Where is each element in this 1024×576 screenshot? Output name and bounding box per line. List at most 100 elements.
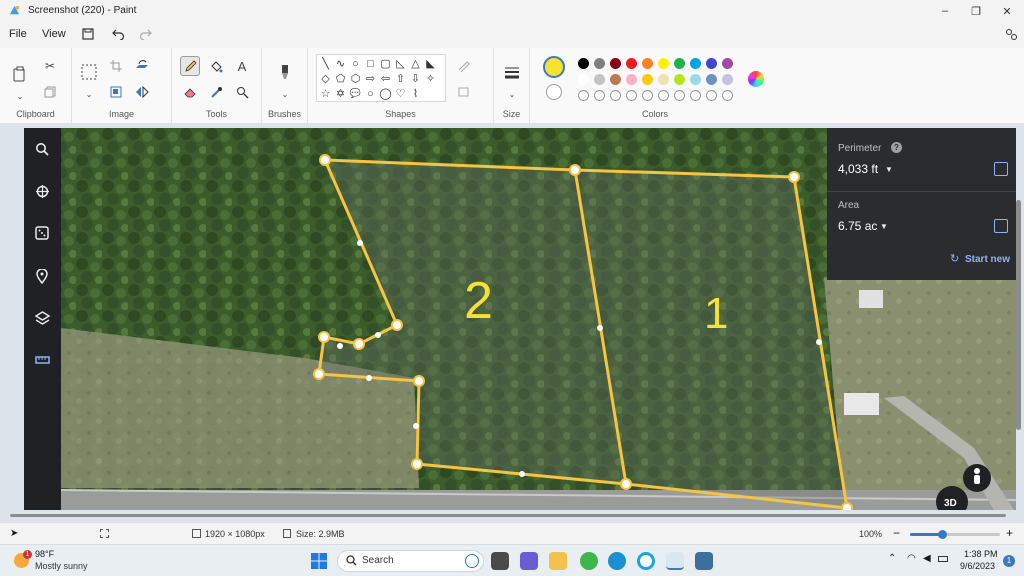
boundary-midpoint[interactable] [519,471,525,477]
hexagon-shape-icon[interactable]: ⬡ [349,72,362,85]
palette-row1-swatch-3[interactable] [610,58,621,69]
minimize-button[interactable]: – [929,0,961,22]
five-point-star-shape-icon[interactable]: ☆ [319,87,332,100]
zoom-slider[interactable] [910,530,1000,539]
curve-shape-icon[interactable]: ∿ [334,57,347,70]
crop-icon[interactable] [106,56,126,76]
zoom-out-icon[interactable]: − [893,526,900,540]
brush-dropdown-icon[interactable]: ⌄ [275,84,295,104]
clock-time[interactable]: 1:38 PM [964,549,998,559]
down-arrow-shape-icon[interactable]: ⇩ [409,72,422,85]
layers-icon[interactable] [33,309,51,327]
view-menu[interactable]: View [42,28,66,40]
clock-date[interactable]: 9/6/2023 [960,561,995,571]
places-pin-icon[interactable] [33,267,51,285]
palette-row1-swatch-4[interactable] [626,58,637,69]
diamond-shape-icon[interactable]: ◇ [319,72,332,85]
custom-color-slot[interactable] [594,90,605,101]
up-arrow-shape-icon[interactable]: ⇧ [394,72,407,85]
six-point-star-shape-icon[interactable]: ✡ [334,87,347,100]
rect-callout-shape-icon[interactable]: 💬 [349,87,362,100]
brush-icon[interactable] [275,62,295,82]
boundary-vertex[interactable] [313,368,325,380]
rotate-icon[interactable] [132,56,152,76]
primary-color-swatch[interactable] [543,56,565,78]
oval-callout-shape-icon[interactable]: ○ [364,87,377,100]
custom-color-slot[interactable] [626,90,637,101]
custom-color-slot[interactable] [690,90,701,101]
size-icon[interactable] [502,62,522,82]
volume-icon[interactable]: ◀ [923,553,931,564]
perimeter-unit-dropdown-icon[interactable]: ▼ [885,165,893,174]
copy-area-icon[interactable] [994,219,1008,233]
color-picker-icon[interactable] [206,82,226,102]
palette-row2-swatch-7[interactable] [674,74,685,85]
drawing-canvas[interactable]: 2 1 3D Perimeter ? 4,033 ft ▼ Area 6.75 … [24,128,1016,510]
help-icon[interactable]: ? [891,142,902,153]
custom-color-slot[interactable] [706,90,717,101]
copy-perimeter-icon[interactable] [994,162,1008,176]
custom-color-slot[interactable] [578,90,589,101]
boundary-midpoint[interactable] [597,325,603,331]
custom-color-slot[interactable] [674,90,685,101]
palette-row2-swatch-4[interactable] [626,74,637,85]
boundary-vertex[interactable] [391,319,403,331]
vertical-scrollbar[interactable] [1016,200,1021,430]
maximize-button[interactable]: ❐ [960,0,992,22]
select-dropdown-icon[interactable]: ⌄ [79,84,99,104]
pentagon-shape-icon[interactable]: ⬠ [334,72,347,85]
palette-row1-swatch-2[interactable] [594,58,605,69]
file-menu[interactable]: File [9,28,27,40]
undo-icon[interactable] [110,26,126,42]
rounded-rectangle-shape-icon[interactable]: ▢ [379,57,392,70]
edit-colors-icon[interactable] [748,71,764,87]
palette-row2-swatch-10[interactable] [722,74,733,85]
boundary-midpoint[interactable] [337,343,343,349]
dice-icon[interactable] [33,224,51,242]
palette-row2-swatch-9[interactable] [706,74,717,85]
palette-row1-swatch-6[interactable] [658,58,669,69]
custom-color-slot[interactable] [642,90,653,101]
battery-icon[interactable] [938,556,948,562]
magnifier-icon[interactable] [232,82,252,102]
palette-row1-swatch-8[interactable] [690,58,701,69]
palette-row2-swatch-2[interactable] [594,74,605,85]
measure-ruler-icon[interactable] [33,351,51,369]
right-triangle-shape-icon[interactable]: ◣ [424,57,437,70]
chrome-icon[interactable] [580,552,598,570]
boundary-midpoint[interactable] [375,332,381,338]
custom-color-slot[interactable] [610,90,621,101]
boundary-midpoint[interactable] [413,423,419,429]
paint-taskbar-icon[interactable] [666,552,684,570]
area-value[interactable]: 6.75 ac [838,219,877,233]
save-icon[interactable] [80,26,96,42]
heart-shape-icon[interactable]: ♡ [394,87,407,100]
file-explorer-icon[interactable] [549,552,567,570]
select-icon[interactable] [79,62,99,82]
custom-color-slot[interactable] [722,90,733,101]
boundary-vertex[interactable] [788,171,800,183]
boundary-midpoint[interactable] [366,375,372,381]
boundary-vertex[interactable] [841,502,853,510]
polygon-shape-icon[interactable]: ◺ [394,57,407,70]
line-shape-icon[interactable]: ╲ [319,57,332,70]
settings-icon[interactable] [1003,26,1019,42]
edge-icon[interactable] [608,552,626,570]
start-icon[interactable] [311,553,327,569]
boundary-vertex[interactable] [413,375,425,387]
calculator-icon[interactable] [695,552,713,570]
palette-row1-swatch-5[interactable] [642,58,653,69]
wifi-icon[interactable]: ◠ [907,553,916,564]
text-tool-icon[interactable]: A [232,56,252,76]
right-arrow-shape-icon[interactable]: ⇨ [364,72,377,85]
secondary-color-swatch[interactable] [546,84,562,100]
notification-badge[interactable]: 1 [1003,555,1015,567]
search-icon[interactable] [33,140,51,158]
cloud-callout-shape-icon[interactable]: ◯ [379,87,392,100]
flip-icon[interactable] [132,82,152,102]
cortana-icon[interactable] [637,552,655,570]
zoom-in-icon[interactable]: + [1006,526,1013,540]
boundary-vertex[interactable] [353,338,365,350]
horizontal-scrollbar[interactable] [0,512,1016,518]
eraser-icon[interactable] [180,82,200,102]
